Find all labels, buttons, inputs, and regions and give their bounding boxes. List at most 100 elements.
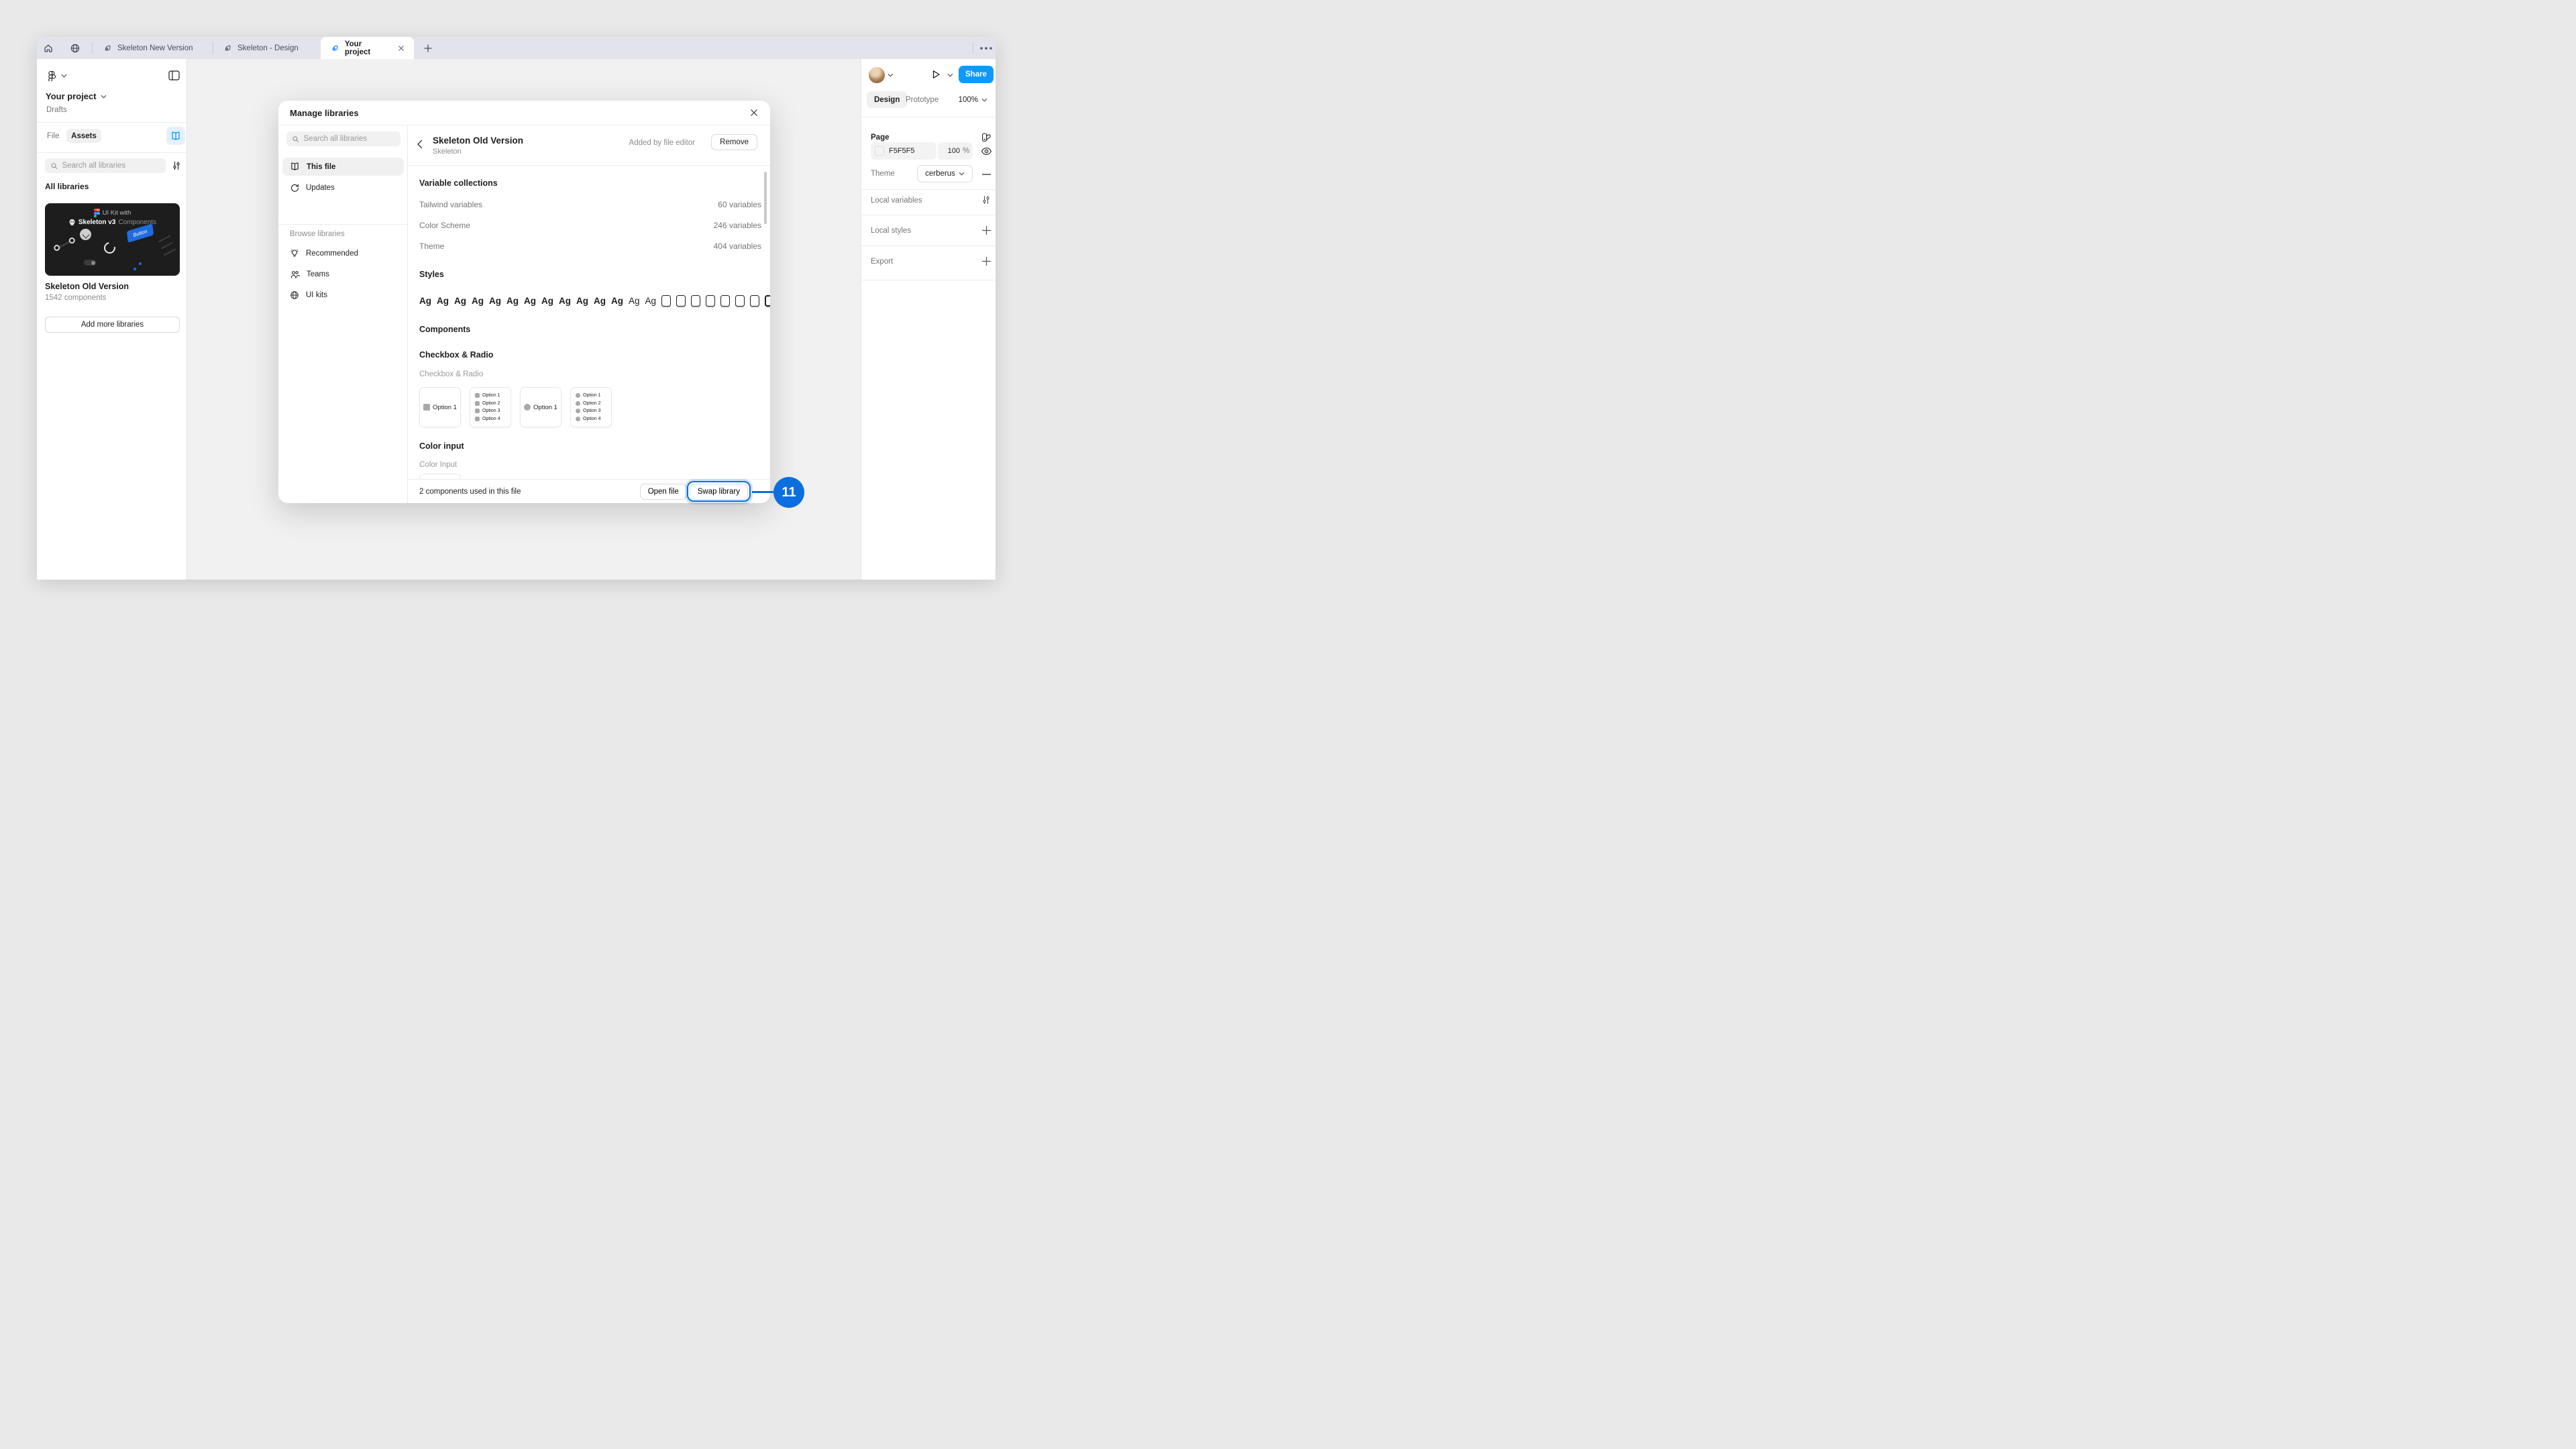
plus-icon xyxy=(982,257,991,266)
present-button[interactable] xyxy=(929,68,943,81)
open-local-variables-button[interactable] xyxy=(981,195,991,205)
remove-button[interactable]: Remove xyxy=(711,134,757,150)
zoom-control[interactable]: 100% xyxy=(959,91,987,108)
sidebar-search[interactable] xyxy=(45,158,166,173)
chevron-down-icon[interactable] xyxy=(101,95,107,99)
page-opacity-field[interactable]: % xyxy=(938,142,973,160)
toggle-sidebar-button[interactable] xyxy=(166,68,181,82)
radio-icon xyxy=(576,393,580,398)
tab-assets[interactable]: Assets xyxy=(66,129,101,143)
tab-file[interactable]: File xyxy=(47,129,60,143)
thumbnail-caption-1: UI Kit with xyxy=(45,209,180,217)
variable-row: Theme 404 variables xyxy=(419,241,761,252)
grid-style-swatch xyxy=(691,295,700,307)
project-name[interactable]: Your project xyxy=(46,91,97,101)
apply-styles-button[interactable] xyxy=(979,131,993,144)
annotation-step-badge: 11 xyxy=(773,477,804,508)
color-swatch[interactable] xyxy=(875,146,884,156)
tab-skeleton-design[interactable]: Skeleton - Design xyxy=(213,37,319,59)
window-menu-button[interactable] xyxy=(977,37,996,59)
add-local-style-button[interactable] xyxy=(981,225,991,235)
option-label: Option 3 xyxy=(482,409,500,413)
radio-icon xyxy=(576,409,580,413)
swap-library-highlight-ring: Swap library xyxy=(690,484,748,500)
theme-value: cerberus xyxy=(925,170,955,178)
nav-ui-kits[interactable]: UI kits xyxy=(282,286,404,304)
tab-design[interactable]: Design xyxy=(867,91,907,108)
tab-skeleton-new-version[interactable]: Skeleton New Version xyxy=(93,37,211,59)
hex-input[interactable] xyxy=(889,147,924,155)
page-section-label: Page xyxy=(871,133,890,142)
modal-close-button[interactable] xyxy=(747,106,761,119)
close-tab-button[interactable] xyxy=(398,45,405,52)
modal-title: Manage libraries xyxy=(290,108,359,118)
theme-select[interactable]: cerberus xyxy=(917,165,973,182)
home-button[interactable] xyxy=(37,37,60,59)
library-detail-content: Variable collections Tailwind variables … xyxy=(408,165,770,479)
variable-count: 60 variables xyxy=(718,200,761,209)
remove-theme-button[interactable] xyxy=(981,169,991,180)
variable-count: 246 variables xyxy=(714,221,761,230)
app-window: Skeleton New Version Skeleton - Design Y… xyxy=(37,37,996,580)
thumbnail-spinner-shape xyxy=(102,240,118,256)
opacity-input[interactable] xyxy=(943,147,960,155)
add-more-libraries-button[interactable]: Add more libraries xyxy=(45,317,180,333)
tab-prototype[interactable]: Prototype xyxy=(906,91,938,108)
nav-updates[interactable]: Updates xyxy=(282,178,404,197)
thumbnail-slider-shape xyxy=(53,236,76,253)
filter-button[interactable] xyxy=(170,160,182,172)
modal-nav-column: This file Updates Browse libraries Recom… xyxy=(278,125,408,503)
open-file-button[interactable]: Open file xyxy=(640,484,687,500)
nav-recommended[interactable]: Recommended xyxy=(282,244,404,262)
option-label: Option 1 xyxy=(482,393,500,398)
new-tab-button[interactable] xyxy=(417,37,439,59)
main-menu-button[interactable] xyxy=(46,70,67,81)
grid-style-swatch xyxy=(750,295,759,307)
option-label: Option 2 xyxy=(583,401,600,406)
back-button[interactable] xyxy=(417,140,423,149)
radio-icon xyxy=(524,404,531,411)
option-label: Option 4 xyxy=(583,417,600,421)
thumbnail-button-shape: Button xyxy=(127,223,154,243)
refresh-icon xyxy=(290,183,299,193)
toggle-visibility-button[interactable] xyxy=(979,144,993,158)
open-book-icon xyxy=(290,162,300,171)
scrollbar-thumb[interactable] xyxy=(764,172,767,224)
nav-teams[interactable]: Teams xyxy=(282,265,404,283)
variable-row: Color Scheme 246 variables xyxy=(419,221,761,231)
variable-name: Theme xyxy=(419,241,444,251)
text-style-glyph: Ag xyxy=(472,296,484,306)
chevron-down-icon[interactable] xyxy=(888,73,894,77)
chevron-down-icon xyxy=(61,74,67,78)
components-header: Components xyxy=(419,325,470,334)
modal-search[interactable] xyxy=(286,131,400,146)
page-color-field[interactable] xyxy=(871,142,936,160)
library-detail-header: Skeleton Old Version Skeleton Added by f… xyxy=(408,125,770,165)
lightbulb-icon xyxy=(290,248,299,258)
swap-library-button[interactable]: Swap library xyxy=(690,484,748,500)
text-style-glyph: Ag xyxy=(437,296,449,306)
checkbox-option: Option 4 xyxy=(475,417,506,421)
left-sidebar: Your project Drafts File Assets All libr… xyxy=(37,59,187,580)
swatchbook-icon xyxy=(981,132,991,143)
grid-style-swatch xyxy=(735,295,745,307)
panel-toggle-icon xyxy=(168,70,180,80)
chevron-down-icon[interactable] xyxy=(947,73,953,77)
chevron-left-icon xyxy=(417,140,423,149)
library-name[interactable]: Skeleton Old Version xyxy=(45,282,129,291)
sidebar-search-input[interactable] xyxy=(62,162,160,170)
library-card-thumbnail[interactable]: UI Kit with Skeleton v3 Components Butto… xyxy=(45,203,180,276)
libraries-button[interactable] xyxy=(166,127,185,145)
community-button[interactable] xyxy=(64,37,87,59)
text-style-glyph: Ag xyxy=(629,296,640,306)
nav-this-file[interactable]: This file xyxy=(282,158,404,176)
component-preview-card: Option 1 xyxy=(520,387,561,427)
divider xyxy=(861,189,996,190)
modal-search-input[interactable] xyxy=(304,135,395,143)
manage-libraries-modal: Manage libraries This file Updates Brows… xyxy=(278,101,770,503)
figma-logo-icon xyxy=(46,70,57,81)
tab-your-project-active[interactable]: Your project xyxy=(321,37,414,59)
share-button[interactable]: Share xyxy=(959,66,994,83)
add-export-button[interactable] xyxy=(981,256,991,266)
avatar[interactable] xyxy=(869,67,885,83)
